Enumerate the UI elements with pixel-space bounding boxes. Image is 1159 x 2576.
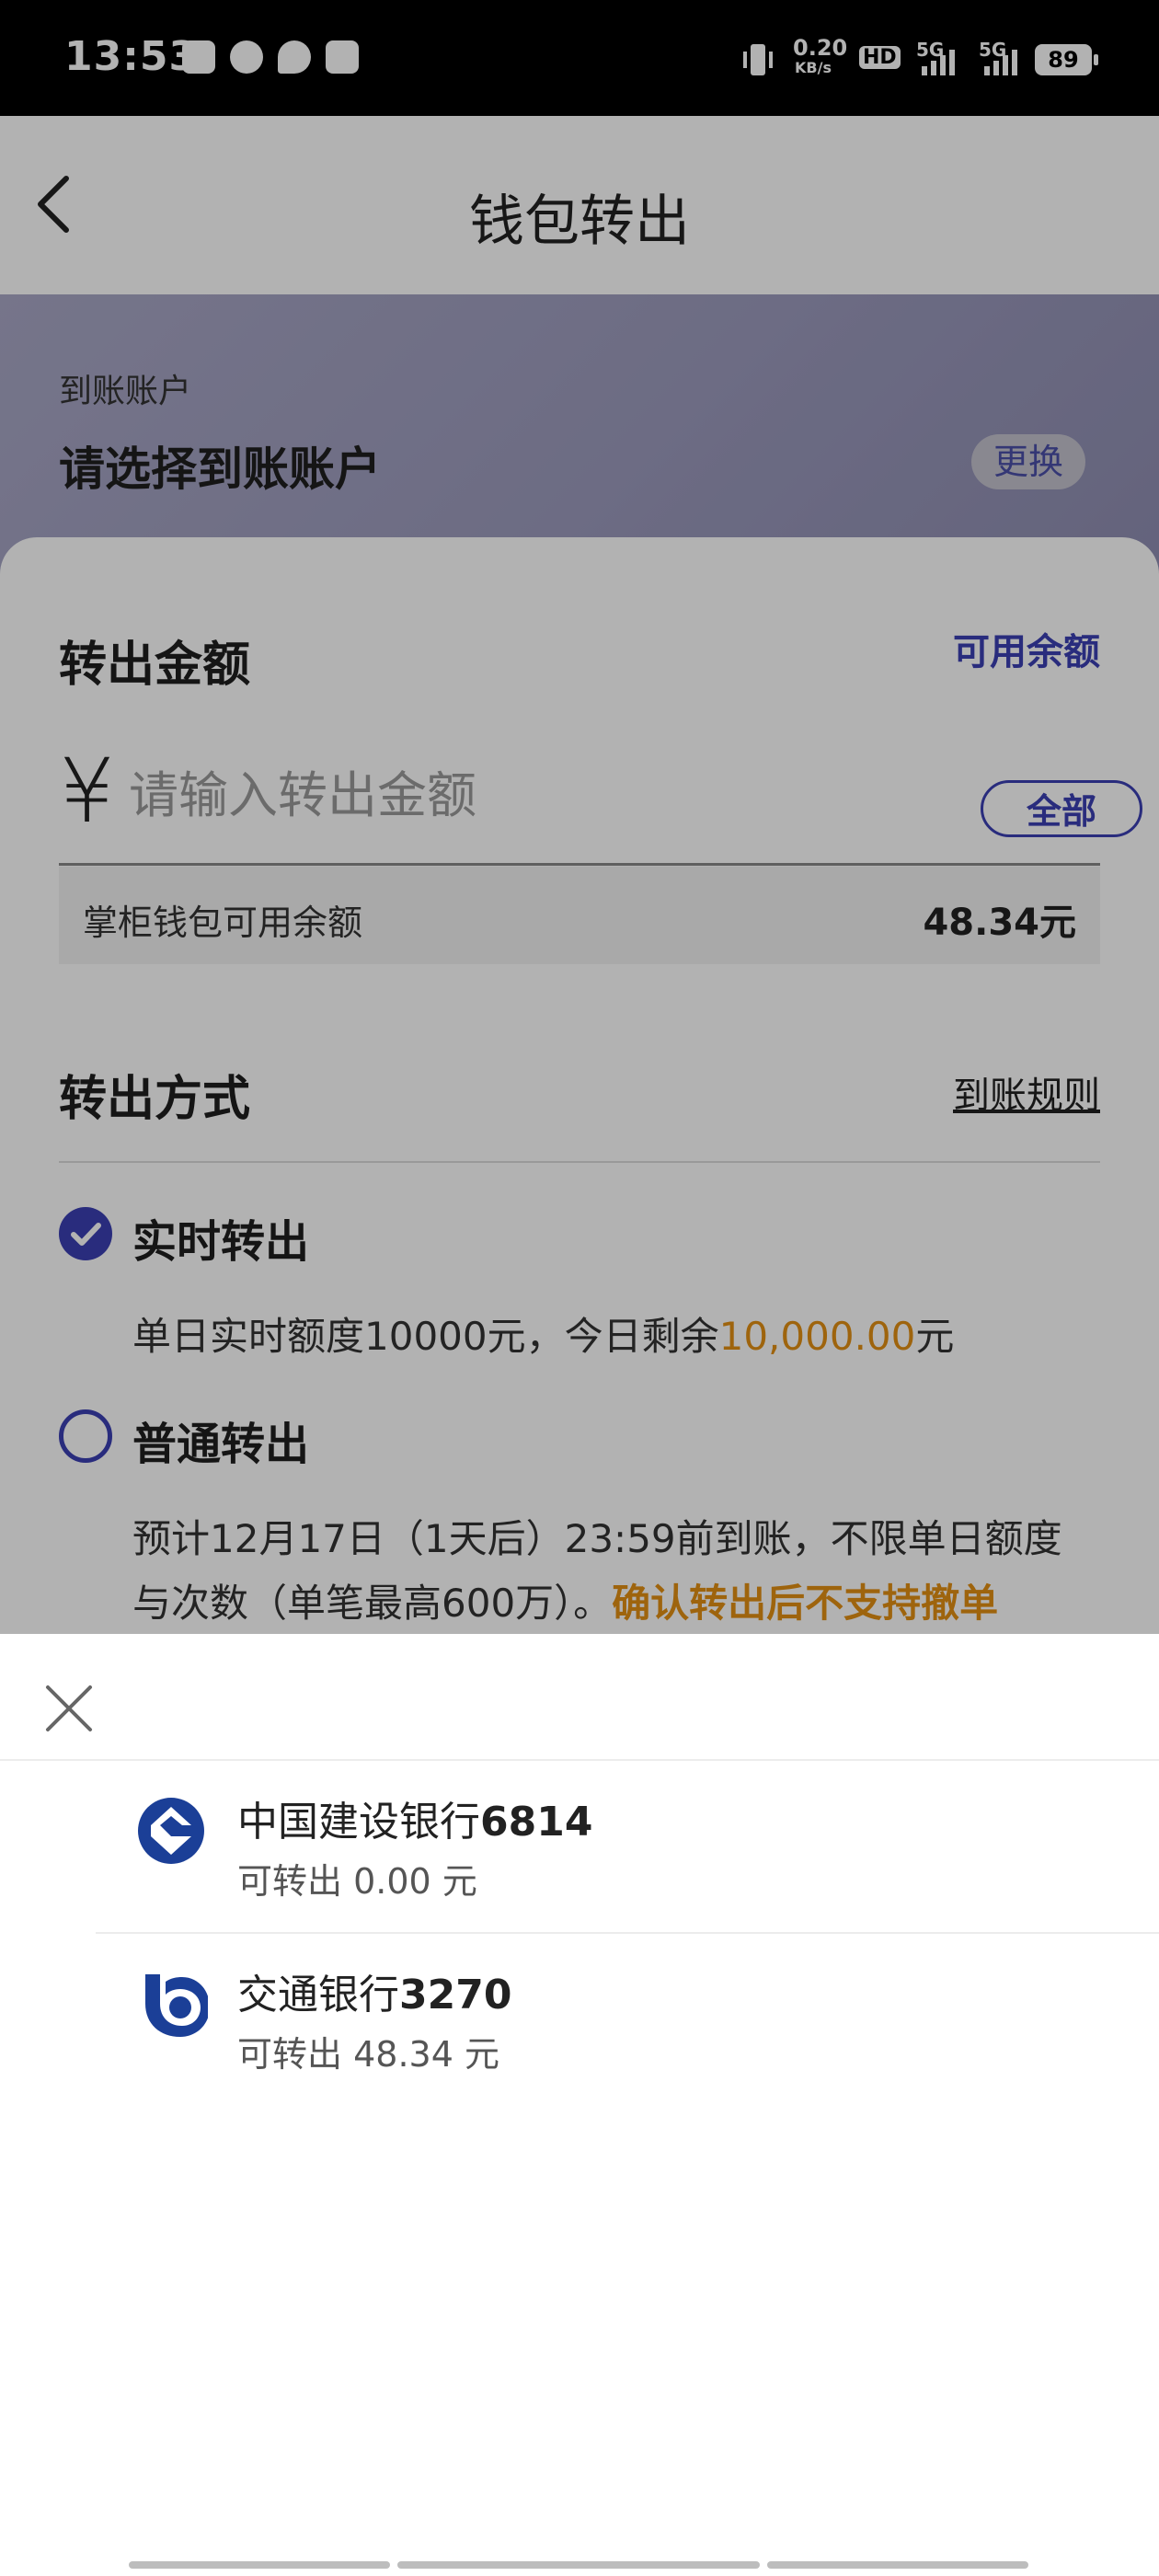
nav-indicator (767, 2561, 1028, 2569)
close-icon[interactable] (39, 1678, 99, 1739)
nav-indicator (397, 2561, 760, 2569)
ccb-logo-icon (138, 1798, 204, 1864)
nav-indicator (129, 2561, 390, 2569)
bank-option-bocom[interactable]: 交通银行3270 可转出 48.34 元 (0, 1934, 1159, 2105)
bank-select-sheet: 中国建设银行6814 可转出 0.00 元 交通银行3270 可转出 48.34… (0, 1634, 1159, 2576)
bank-available-amount: 可转出 0.00 元 (237, 1861, 477, 1902)
bank-option-ccb[interactable]: 中国建设银行6814 可转出 0.00 元 (0, 1761, 1159, 1932)
modal-overlay[interactable] (0, 0, 1159, 1634)
bocom-logo-icon (145, 1974, 208, 2037)
bank-name: 中国建设银行6814 (237, 1799, 593, 1846)
bank-available-amount: 可转出 48.34 元 (237, 2034, 500, 2075)
bank-name: 交通银行3270 (237, 1972, 512, 2018)
